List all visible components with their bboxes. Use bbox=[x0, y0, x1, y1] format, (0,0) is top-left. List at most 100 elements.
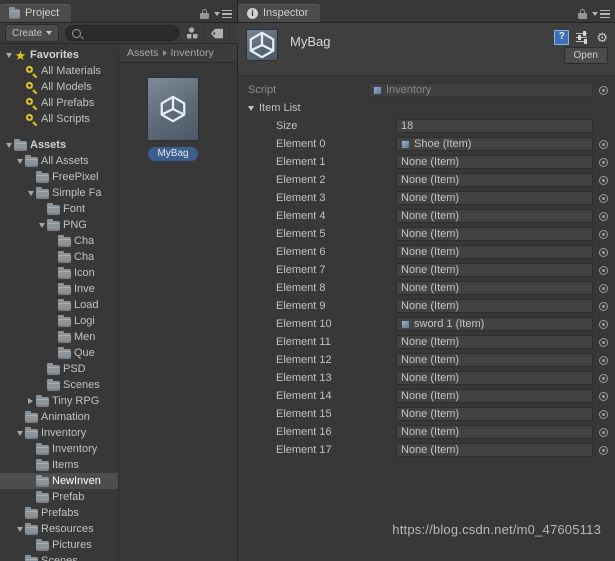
chevron-down-icon[interactable] bbox=[14, 526, 25, 532]
tree-item-cha[interactable]: Cha bbox=[0, 233, 118, 249]
filter-by-type-icon[interactable] bbox=[179, 23, 205, 43]
element-object-picker-icon[interactable] bbox=[597, 211, 610, 221]
filter-by-label-icon[interactable] bbox=[204, 23, 230, 43]
element-object-field[interactable]: None (Item) bbox=[396, 443, 593, 457]
chevron-down-icon[interactable] bbox=[25, 190, 36, 196]
element-object-field[interactable]: None (Item) bbox=[396, 353, 593, 367]
element-object-field[interactable]: None (Item) bbox=[396, 155, 593, 169]
chevron-down-icon[interactable] bbox=[3, 142, 14, 148]
element-object-field[interactable]: None (Item) bbox=[396, 245, 593, 259]
tree-item-scenes[interactable]: Scenes bbox=[0, 377, 118, 393]
tree-item-inventory[interactable]: Inventory bbox=[0, 441, 118, 457]
hamburger-menu-icon[interactable] bbox=[214, 9, 232, 19]
breadcrumb[interactable]: Assets Inventory bbox=[119, 44, 237, 63]
breadcrumb-segment[interactable]: Assets bbox=[127, 47, 159, 59]
element-object-field[interactable]: Shoe (Item) bbox=[396, 137, 593, 151]
tree-item-all-materials[interactable]: All Materials bbox=[0, 63, 118, 79]
preset-sliders-icon[interactable] bbox=[576, 31, 589, 44]
tree-item-logi[interactable]: Logi bbox=[0, 313, 118, 329]
element-object-field[interactable]: None (Item) bbox=[396, 281, 593, 295]
tab-project[interactable]: Project bbox=[0, 4, 72, 22]
element-object-picker-icon[interactable] bbox=[597, 445, 610, 455]
search-field[interactable] bbox=[65, 25, 180, 41]
tree-item-png[interactable]: PNG bbox=[0, 217, 118, 233]
tree-item-prefabs[interactable]: Prefabs bbox=[0, 505, 118, 521]
tree-item-assets[interactable]: Assets bbox=[0, 137, 118, 153]
tree-item-font[interactable]: Font bbox=[0, 201, 118, 217]
chevron-down-icon[interactable] bbox=[14, 430, 25, 436]
asset-item[interactable]: MyBag bbox=[141, 77, 205, 161]
tree-item-simple-fa[interactable]: Simple Fa bbox=[0, 185, 118, 201]
element-object-picker-icon[interactable] bbox=[597, 319, 610, 329]
lock-icon[interactable] bbox=[578, 9, 587, 19]
element-object-picker-icon[interactable] bbox=[597, 229, 610, 239]
tree-item-scenes[interactable]: Scenes bbox=[0, 553, 118, 561]
size-input[interactable]: 18 bbox=[396, 119, 593, 133]
element-object-picker-icon[interactable] bbox=[597, 337, 610, 347]
tree-item-inve[interactable]: Inve bbox=[0, 281, 118, 297]
element-object-picker-icon[interactable] bbox=[597, 193, 610, 203]
element-object-field[interactable]: None (Item) bbox=[396, 425, 593, 439]
element-object-picker-icon[interactable] bbox=[597, 409, 610, 419]
tree-item-freepixel[interactable]: FreePixel bbox=[0, 169, 118, 185]
element-object-picker-icon[interactable] bbox=[597, 175, 610, 185]
element-object-field[interactable]: None (Item) bbox=[396, 191, 593, 205]
open-button[interactable]: Open bbox=[563, 47, 608, 64]
chevron-down-icon[interactable] bbox=[14, 158, 25, 164]
tree-item-all-scripts[interactable]: All Scripts bbox=[0, 111, 118, 127]
element-object-picker-icon[interactable] bbox=[597, 373, 610, 383]
tree-item-animation[interactable]: Animation bbox=[0, 409, 118, 425]
tree-item-newinven[interactable]: NewInven bbox=[0, 473, 118, 489]
project-folder-tree[interactable]: ★ Favorites All Materials All Models All Pre… bbox=[0, 44, 119, 561]
lock-icon[interactable] bbox=[200, 9, 209, 19]
tree-item-all-prefabs[interactable]: All Prefabs bbox=[0, 95, 118, 111]
tree-item-resources[interactable]: Resources bbox=[0, 521, 118, 537]
element-object-field[interactable]: None (Item) bbox=[396, 263, 593, 277]
tree-item-load[interactable]: Load bbox=[0, 297, 118, 313]
tree-item-que[interactable]: Que bbox=[0, 345, 118, 361]
tree-item-inventory[interactable]: Inventory bbox=[0, 425, 118, 441]
tree-item-icon[interactable]: Icon bbox=[0, 265, 118, 281]
element-object-field[interactable]: None (Item) bbox=[396, 371, 593, 385]
chevron-right-icon[interactable] bbox=[25, 398, 36, 404]
tree-item-all-models[interactable]: All Models bbox=[0, 79, 118, 95]
asset-grid[interactable]: MyBag bbox=[119, 63, 237, 561]
item-list-foldout-row[interactable]: Item List bbox=[238, 99, 615, 117]
tree-item-prefab[interactable]: Prefab bbox=[0, 489, 118, 505]
element-object-picker-icon[interactable] bbox=[597, 247, 610, 257]
script-object-field[interactable]: Inventory bbox=[368, 83, 593, 97]
element-object-picker-icon[interactable] bbox=[597, 427, 610, 437]
element-object-field[interactable]: sword 1 (Item) bbox=[396, 317, 593, 331]
element-object-field[interactable]: None (Item) bbox=[396, 389, 593, 403]
tree-item-favorites[interactable]: ★ Favorites bbox=[0, 47, 118, 63]
element-object-field[interactable]: None (Item) bbox=[396, 209, 593, 223]
chevron-down-icon[interactable] bbox=[3, 52, 14, 58]
element-object-picker-icon[interactable] bbox=[597, 355, 610, 365]
tree-item-cha[interactable]: Cha bbox=[0, 249, 118, 265]
element-object-picker-icon[interactable] bbox=[597, 283, 610, 293]
help-book-icon[interactable]: ? bbox=[554, 30, 570, 45]
tree-item-men[interactable]: Men bbox=[0, 329, 118, 345]
element-object-picker-icon[interactable] bbox=[597, 391, 610, 401]
tab-inspector[interactable]: i Inspector bbox=[238, 4, 321, 22]
element-object-field[interactable]: None (Item) bbox=[396, 299, 593, 313]
element-object-field[interactable]: None (Item) bbox=[396, 407, 593, 421]
breadcrumb-segment[interactable]: Inventory bbox=[171, 47, 214, 59]
element-object-picker-icon[interactable] bbox=[597, 301, 610, 311]
element-object-field[interactable]: None (Item) bbox=[396, 335, 593, 349]
script-object-picker-icon[interactable] bbox=[597, 85, 610, 95]
element-object-picker-icon[interactable] bbox=[597, 157, 610, 167]
tree-item-all-assets[interactable]: All Assets bbox=[0, 153, 118, 169]
element-object-picker-icon[interactable] bbox=[597, 139, 610, 149]
chevron-down-icon[interactable] bbox=[36, 222, 47, 228]
element-object-field[interactable]: None (Item) bbox=[396, 227, 593, 241]
tree-item-tiny-rpg[interactable]: Tiny RPG bbox=[0, 393, 118, 409]
element-object-picker-icon[interactable] bbox=[597, 265, 610, 275]
gear-icon[interactable]: ⚙ bbox=[596, 31, 608, 44]
tree-item-items[interactable]: Items bbox=[0, 457, 118, 473]
item-list-foldout[interactable]: Item List bbox=[248, 102, 368, 114]
create-button[interactable]: Create bbox=[5, 24, 60, 42]
tree-item-psd[interactable]: PSD bbox=[0, 361, 118, 377]
hamburger-menu-icon[interactable] bbox=[592, 9, 610, 19]
tree-item-pictures[interactable]: Pictures bbox=[0, 537, 118, 553]
